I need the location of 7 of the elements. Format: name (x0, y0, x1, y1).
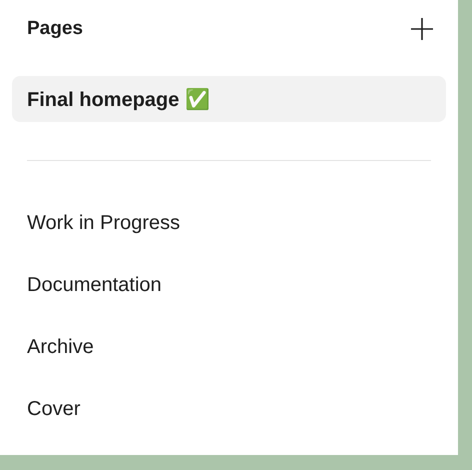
page-item[interactable]: Final homepage ✅ (12, 76, 446, 122)
add-icon[interactable] (410, 17, 434, 41)
page-item[interactable]: Cover (12, 386, 446, 432)
page-item[interactable]: Work in Progress (12, 200, 446, 246)
page-item[interactable]: Archive (12, 324, 446, 370)
page-item[interactable]: Documentation (12, 262, 446, 308)
panel-title: Pages (27, 18, 83, 40)
